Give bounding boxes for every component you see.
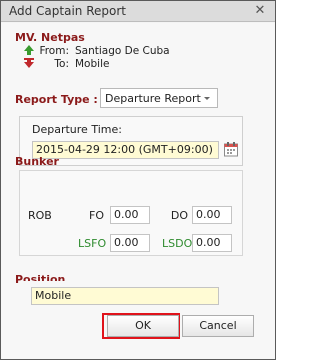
cancel-button[interactable]: Cancel: [182, 315, 254, 337]
green-up-arrow-icon: [23, 44, 37, 57]
lsfo-label: LSFO: [78, 237, 107, 250]
chevron-down-icon[interactable]: [201, 92, 213, 104]
bunker-title: Bunker: [15, 155, 59, 168]
dialog-window: Add Captain Report ✕ MV. Netpas From: Sa…: [0, 0, 276, 360]
calendar-icon[interactable]: [223, 141, 239, 157]
title-bar[interactable]: Add Captain Report ✕: [1, 1, 275, 22]
dialog-content: MV. Netpas From: Santiago De Cuba To: Mo…: [1, 23, 275, 359]
to-label: To:: [54, 57, 69, 70]
red-down-arrow-icon: [23, 57, 37, 70]
position-group: Mobile: [19, 281, 243, 313]
report-type-label: Report Type :: [15, 93, 98, 106]
fo-label: FO: [89, 209, 104, 222]
position-input[interactable]: Mobile: [31, 287, 219, 305]
departure-time-input[interactable]: 2015-04-29 12:00 (GMT+09:00): [32, 141, 219, 159]
lsfo-input[interactable]: 0.00: [110, 234, 150, 252]
departure-time-label: Departure Time:: [32, 123, 122, 136]
lsdo-label: LSDO: [162, 237, 193, 250]
vessel-name: MV. Netpas: [15, 31, 85, 44]
from-value: Santiago De Cuba: [75, 44, 170, 57]
from-row: From: Santiago De Cuba: [23, 44, 170, 57]
bunker-group: ROB FO 0.00 DO 0.00 LSFO 0.00 LSDO 0.00: [19, 170, 243, 256]
to-row: To: Mobile: [23, 57, 109, 70]
close-button[interactable]: ✕: [251, 4, 269, 19]
report-type-select[interactable]: Departure Report: [100, 88, 218, 108]
window-title: Add Captain Report: [9, 4, 126, 18]
ok-button[interactable]: OK: [107, 315, 179, 337]
fo-input[interactable]: 0.00: [110, 206, 150, 224]
to-value: Mobile: [75, 57, 110, 70]
rob-label: ROB: [28, 209, 52, 222]
report-type-value: Departure Report: [105, 91, 201, 105]
do-input[interactable]: 0.00: [192, 206, 232, 224]
lsdo-input[interactable]: 0.00: [192, 234, 232, 252]
from-label: From:: [39, 44, 69, 57]
do-label: DO: [170, 209, 188, 222]
